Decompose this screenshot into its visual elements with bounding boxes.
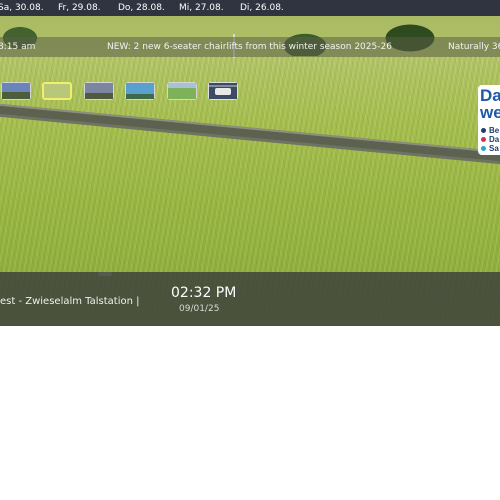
- news-ticker: 8:15 am NEW: 2 new 6-seater chairlifts f…: [0, 37, 500, 57]
- date-item-di[interactable]: Di, 26.08.: [240, 0, 284, 16]
- camera-thumb-3[interactable]: [84, 82, 114, 100]
- camera-thumb-4[interactable]: [125, 82, 155, 100]
- ticker-tagline: Naturally 36: [448, 42, 500, 52]
- date-item-mi[interactable]: Mi, 27.08.: [179, 0, 224, 16]
- brand-logo[interactable]: Da we Be Da Sa: [478, 85, 500, 155]
- dot-icon: [481, 128, 486, 134]
- info-bar: est - Zwieselalm Talstation | 02:32 PM 0…: [0, 272, 500, 326]
- brand-logo-line2: we: [480, 103, 500, 122]
- location-label: est - Zwieselalm Talstation |: [0, 296, 140, 307]
- date-item-fr[interactable]: Fr, 29.08.: [58, 0, 101, 16]
- camera-thumb-1[interactable]: [1, 82, 31, 100]
- clock-time: 02:32 PM: [171, 285, 237, 301]
- brand-item: Da: [481, 135, 499, 144]
- dot-icon: [481, 137, 486, 143]
- valley-thumb-icon: [168, 83, 196, 99]
- date-item-do[interactable]: Do, 28.08.: [118, 0, 165, 16]
- date-bar: Sa, 30.08. Fr, 29.08. Do, 28.08. Mi, 27.…: [0, 0, 500, 16]
- ticker-message: NEW: 2 new 6-seater chairlifts from this…: [107, 42, 392, 52]
- gondola-thumb-icon: [209, 83, 237, 99]
- brand-item: Sa: [481, 144, 499, 153]
- ticker-time: 8:15 am: [0, 42, 36, 52]
- brand-item: Be: [481, 126, 499, 135]
- meadow-thumb-icon: [44, 84, 70, 98]
- date-item-sa[interactable]: Sa, 30.08.: [0, 0, 44, 16]
- panorama-thumb-icon: [2, 83, 30, 99]
- dot-icon: [481, 146, 486, 152]
- camera-thumb-6[interactable]: [208, 82, 238, 100]
- clock-date: 09/01/25: [179, 304, 220, 314]
- lake-thumb-icon: [126, 83, 154, 99]
- slope-thumb-icon: [85, 83, 113, 99]
- camera-thumb-5[interactable]: [167, 82, 197, 100]
- camera-thumb-2[interactable]: [42, 82, 72, 100]
